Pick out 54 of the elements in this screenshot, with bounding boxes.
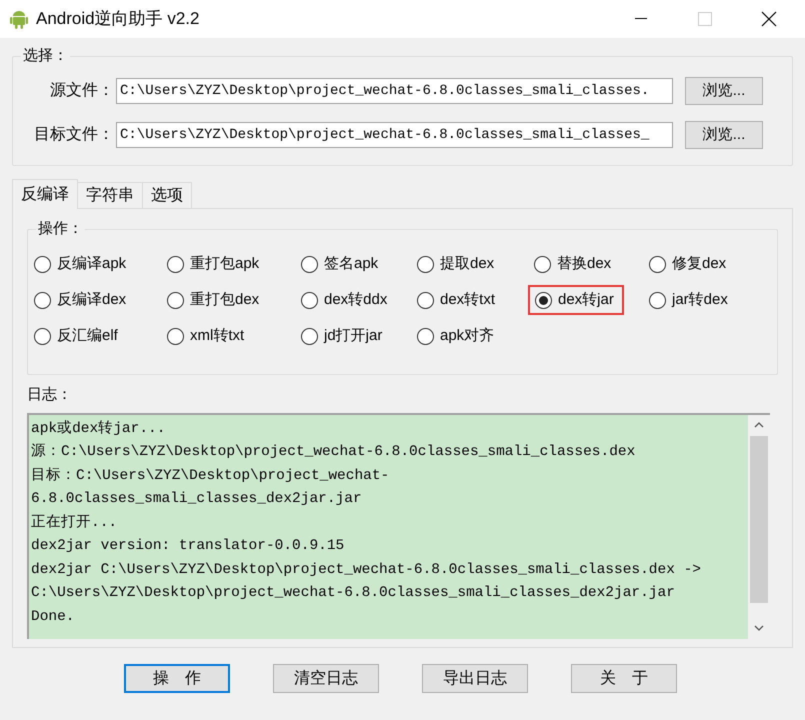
radio-button[interactable] bbox=[34, 292, 51, 308]
window-title: Android逆向助手 v2.2 bbox=[36, 8, 200, 30]
scroll-thumb[interactable] bbox=[750, 436, 768, 602]
close-icon[interactable] bbox=[761, 11, 777, 27]
radio-button[interactable] bbox=[167, 256, 184, 272]
radio-button[interactable] bbox=[301, 328, 318, 344]
radio-label[interactable]: 重打包dex bbox=[190, 288, 260, 312]
log-text: apk或dex转jar... 源：C:\Users\ZYZ\Desktop\project_wechat-6.8.0classes_smali_classes.dex 目标：C:\Users\ZYZ\Desktop\project_wechat- 6.8.0classes_smali_classes_dex2jar.jar 正在打开... dex2jar version: translator-0.0.9.15 dex2jar C:\Users\ZYZ\Desktop\project_wechat-6.8.0classes_smali_classes.dex -> C:\Users\ZYZ\Desktop\project_wechat-6.8.0classes_smali_classes_dex2jar.jar Done. bbox=[30, 419, 702, 626]
scroll-up-icon[interactable] bbox=[754, 422, 764, 428]
field-label: 目标文件： bbox=[33, 124, 115, 145]
radio-label[interactable]: xml转txt bbox=[190, 324, 244, 348]
action-button[interactable]: 关 于 bbox=[571, 664, 677, 693]
radio-button[interactable] bbox=[167, 328, 184, 344]
radio-label[interactable]: 反编译dex bbox=[57, 288, 126, 312]
radio-button[interactable] bbox=[417, 292, 434, 308]
radio-button[interactable] bbox=[417, 256, 434, 272]
log-title: 日志： bbox=[27, 385, 73, 405]
radio-label[interactable]: 重打包apk bbox=[190, 252, 260, 276]
field-label: 源文件： bbox=[49, 80, 115, 101]
scrollbar[interactable] bbox=[748, 414, 770, 638]
scroll-down-icon[interactable] bbox=[754, 624, 764, 630]
radio-label[interactable]: jar转dex bbox=[672, 288, 728, 312]
radio-label[interactable]: 签名apk bbox=[324, 252, 378, 276]
radio-button[interactable] bbox=[417, 328, 434, 344]
action-button[interactable]: 操 作 bbox=[124, 664, 230, 693]
radio-button[interactable] bbox=[34, 328, 51, 344]
radio-button[interactable] bbox=[34, 256, 51, 272]
radio-label[interactable]: 修复dex bbox=[672, 252, 726, 276]
action-button[interactable]: 清空日志 bbox=[273, 664, 379, 693]
tab[interactable]: 反编译 bbox=[12, 179, 78, 209]
path-field[interactable]: C:\Users\ZYZ\Desktop\project_wechat-6.8.0classes_smali_classes_ bbox=[116, 122, 673, 148]
android-icon bbox=[10, 9, 28, 29]
radio-button[interactable] bbox=[167, 292, 184, 308]
radio-button[interactable] bbox=[301, 256, 318, 272]
browse-button[interactable]: 浏览... bbox=[685, 77, 763, 105]
browse-button[interactable]: 浏览... bbox=[685, 121, 763, 149]
radio-label[interactable]: dex转txt bbox=[440, 288, 496, 312]
minimize-icon[interactable] bbox=[635, 18, 647, 20]
radio-label[interactable]: dex转ddx bbox=[324, 288, 388, 312]
tab[interactable]: 选项 bbox=[142, 182, 192, 208]
path-field[interactable]: C:\Users\ZYZ\Desktop\project_wechat-6.8.0classes_smali_classes. bbox=[116, 78, 673, 104]
radio-button[interactable] bbox=[534, 256, 551, 272]
radio-label[interactable]: 替换dex bbox=[557, 252, 612, 276]
radio-label[interactable]: 提取dex bbox=[440, 252, 494, 276]
radio-button[interactable] bbox=[649, 256, 666, 272]
radio-label[interactable]: jd打开jar bbox=[324, 324, 382, 348]
radio-label[interactable]: dex转jar bbox=[558, 288, 614, 312]
radio-label[interactable]: apk对齐 bbox=[440, 324, 494, 348]
radio-button[interactable] bbox=[535, 292, 552, 308]
radio-button[interactable] bbox=[301, 292, 318, 308]
radio-label[interactable]: 反编译apk bbox=[57, 252, 126, 276]
radio-button[interactable] bbox=[649, 292, 666, 308]
action-button[interactable]: 导出日志 bbox=[422, 664, 528, 693]
radio-label[interactable]: 反汇编elf bbox=[57, 324, 118, 348]
